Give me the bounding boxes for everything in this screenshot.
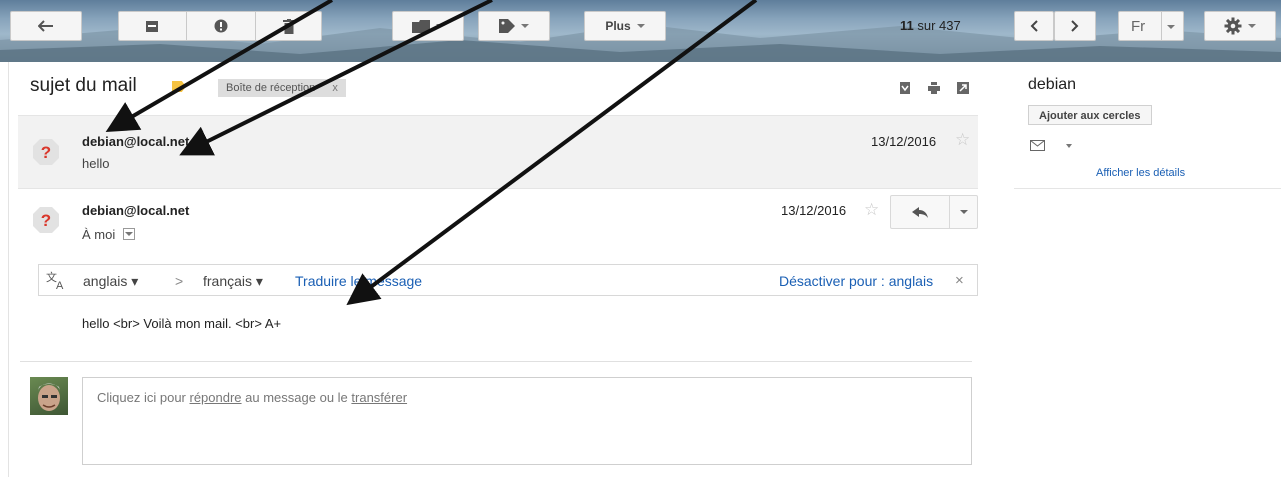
translate-bar: 文 A anglais ▾ > français ▾ Traduire le m… [38,264,978,296]
language-arrow: > [175,273,184,289]
gear-icon [1224,17,1242,35]
chevron-down-icon [521,24,529,28]
source-language-select[interactable]: anglais ▾ [83,273,138,290]
inbox-label-text: Boîte de réception [226,82,316,94]
reply-button-group [890,195,978,229]
pager-total: sur 437 [917,18,961,33]
report-spam-icon [214,19,228,33]
content-left-border [8,62,9,477]
chevron-down-icon [960,210,968,214]
svg-text:A: A [56,280,64,290]
recipient-line: À moi [82,227,135,242]
reply-button[interactable] [891,196,949,228]
chevron-down-icon [1167,25,1175,29]
newer-button[interactable] [1014,11,1054,41]
back-button[interactable] [10,11,82,41]
input-language-button[interactable]: Fr [1118,11,1184,41]
message-body: hello <br> Voilà mon mail. <br> A+ [82,316,282,331]
sender-address: debian@local.net [82,134,190,149]
back-arrow-icon [38,20,53,32]
chevron-down-icon [1248,24,1256,28]
target-language-select[interactable]: français ▾ [203,273,263,290]
archive-button[interactable] [118,11,186,41]
forward-link[interactable]: transférer [351,390,407,405]
chevron-down-icon [636,24,645,28]
older-button[interactable] [1054,11,1096,41]
inbox-label-chip: Boîte de réception x [218,79,346,97]
remove-label-button[interactable]: x [332,82,338,94]
reply-middle: au message ou le [241,390,352,405]
more-button[interactable]: Plus [584,11,666,41]
reply-placeholder: Cliquez ici pour répondre au message ou … [97,390,407,405]
chevron-down-icon [1066,144,1072,148]
reply-arrow-icon [912,206,928,218]
message-collapsed[interactable]: ? debian@local.net hello 13/12/2016 ☆ [18,115,978,189]
settings-button[interactable] [1204,11,1276,41]
show-details-dropdown[interactable] [122,228,135,240]
trash-icon [283,18,295,34]
report-spam-button[interactable] [187,11,255,41]
contact-name: debian [1028,76,1077,93]
pager-count: 11 sur 437 [900,18,961,33]
email-subject: sujet du mail [30,75,137,96]
toolbar: Plus 11 sur 437 Fr [0,0,1281,62]
unknown-sender-avatar-icon: ? [33,207,59,233]
more-actions-button[interactable] [949,196,978,228]
close-translate-button[interactable]: × [955,272,964,289]
divider [1014,188,1281,189]
language-label: Fr [1131,17,1146,35]
folder-icon [412,19,430,33]
chevron-left-icon [1030,20,1038,32]
disable-translation-link[interactable]: Désactiver pour : anglais [779,273,933,289]
quick-reply-box[interactable]: Cliquez ici pour répondre au message ou … [82,377,972,465]
unknown-sender-avatar-icon: ? [33,139,59,165]
star-icon[interactable]: ☆ [955,130,970,150]
user-avatar [30,377,68,415]
more-label: Plus [605,19,631,33]
user-photo-image [38,383,60,411]
reply-link[interactable]: répondre [190,390,242,405]
message-date: 13/12/2016 [871,134,937,149]
svg-text:?: ? [41,143,51,162]
toolbar-separator [1161,12,1162,40]
message-snippet: hello [82,156,110,171]
contact-email-menu[interactable] [1030,139,1072,157]
svg-text:?: ? [41,211,51,230]
delete-button[interactable] [256,11,322,41]
chevron-down-icon [124,232,133,236]
label-tag-icon [499,19,515,33]
importance-marker-icon[interactable] [172,81,186,92]
reply-prefix: Cliquez ici pour [97,390,190,405]
move-to-button[interactable] [392,11,464,41]
envelope-icon [1030,140,1045,151]
expand-all-icon[interactable] [899,82,911,94]
chevron-down-icon [436,24,444,28]
show-details-link[interactable]: Afficher les détails [1096,167,1185,179]
print-icon[interactable] [928,82,940,94]
archive-icon [146,21,158,32]
chevron-right-icon [1071,20,1079,32]
message-date: 13/12/2016 [781,203,847,218]
star-icon[interactable]: ☆ [864,200,879,220]
divider [20,361,972,362]
translate-icon: 文 A [46,270,64,290]
add-to-circles-button[interactable]: Ajouter aux cercles [1028,105,1152,125]
open-new-window-icon[interactable] [957,82,969,94]
translate-message-link[interactable]: Traduire le message [295,273,422,289]
pager-current: 11 [900,18,914,33]
labels-button[interactable] [478,11,550,41]
recipient-text: À moi [82,227,116,242]
sender-address: debian@local.net [82,203,190,218]
